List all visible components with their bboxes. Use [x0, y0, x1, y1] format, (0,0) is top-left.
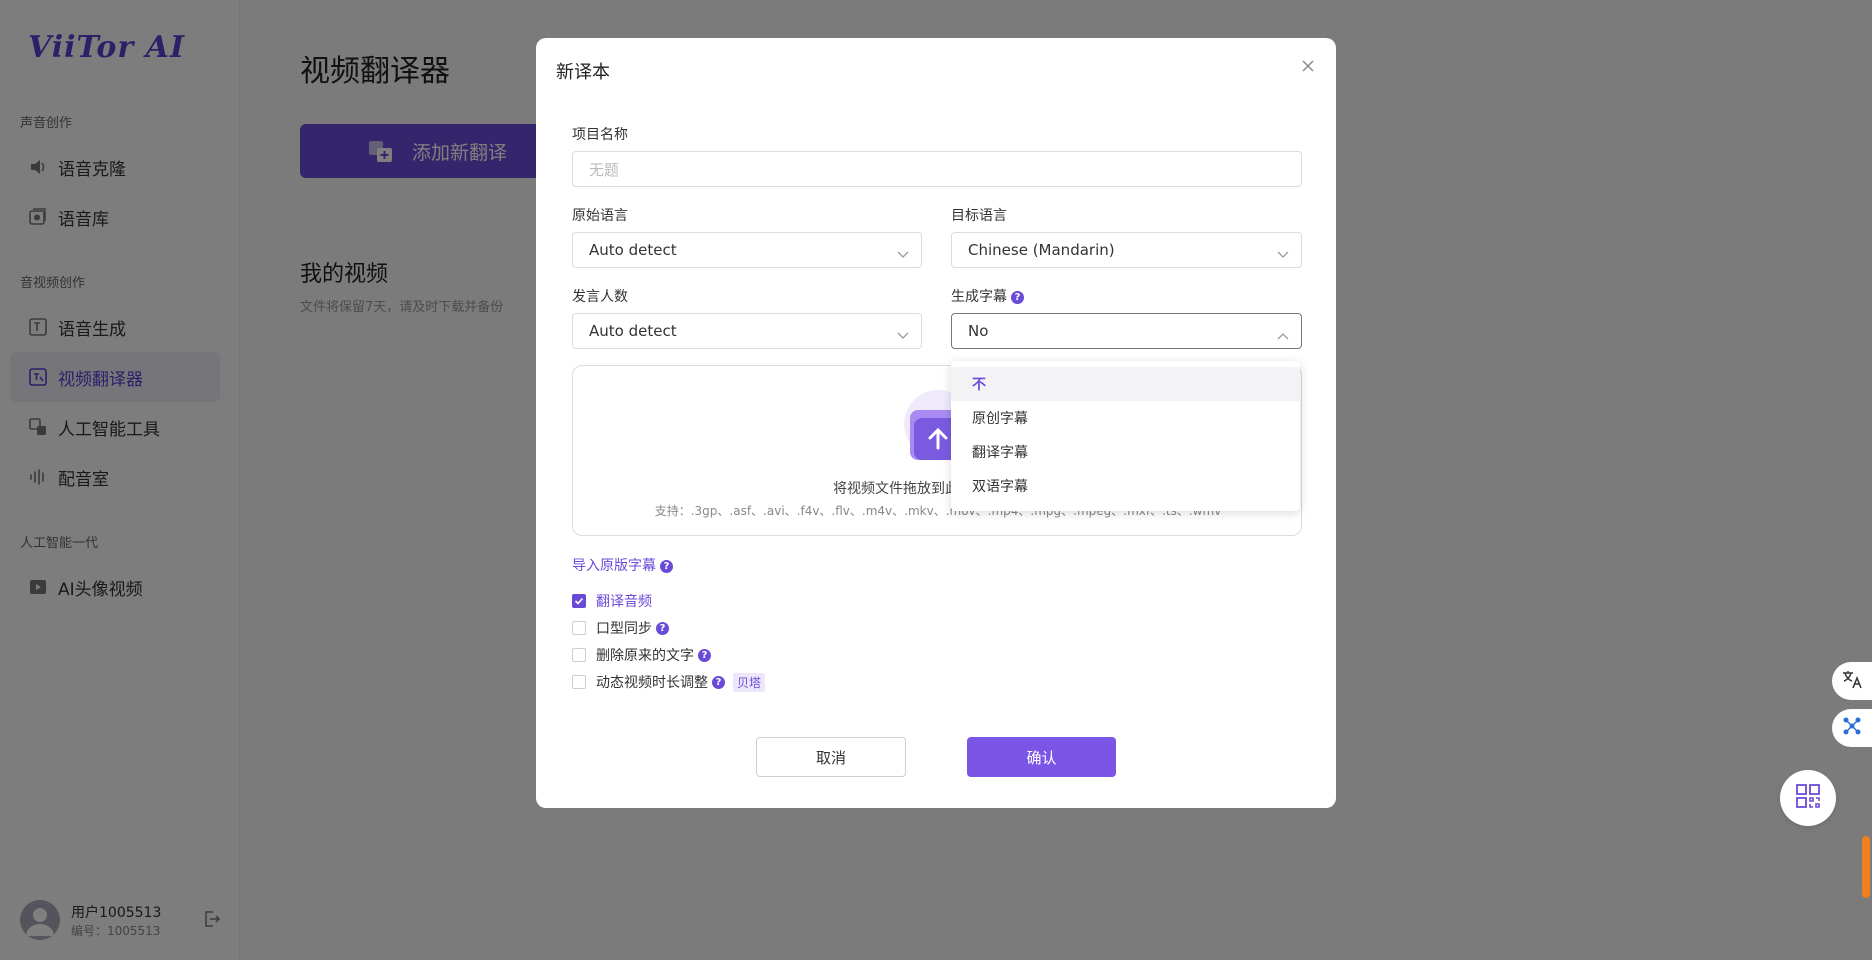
speakers-value: Auto detect	[589, 322, 677, 340]
project-name-label: 项目名称	[572, 127, 628, 143]
help-icon[interactable]: ?	[1011, 290, 1024, 304]
beta-badge: 贝塔	[733, 672, 766, 692]
chevron-down-icon	[1277, 245, 1289, 263]
help-icon[interactable]: ?	[656, 621, 669, 635]
network-float-button[interactable]	[1832, 709, 1872, 747]
checkbox-checked[interactable]	[572, 594, 586, 608]
scrollbar-thumb[interactable]	[1862, 836, 1870, 898]
qr-code-icon	[1795, 783, 1821, 813]
target-language-select[interactable]: Chinese (Mandarin)	[951, 232, 1302, 268]
dropdown-option-translated[interactable]: 翻译字幕	[951, 435, 1300, 469]
confirm-button[interactable]: 确认	[967, 737, 1116, 777]
dropdown-option-none[interactable]: 不	[951, 367, 1300, 401]
help-icon[interactable]: ?	[712, 675, 725, 689]
option-label: 口型同步	[596, 621, 652, 637]
subtitles-label-text: 生成字幕	[951, 289, 1007, 305]
qr-code-button[interactable]	[1780, 770, 1836, 826]
checkbox[interactable]	[572, 675, 586, 689]
option-label: 动态视频时长调整	[596, 675, 708, 691]
import-subtitles-text: 导入原版字幕	[572, 558, 656, 574]
target-language-value: Chinese (Mandarin)	[968, 241, 1115, 259]
help-icon[interactable]: ?	[660, 559, 673, 573]
source-language-select[interactable]: Auto detect	[572, 232, 922, 268]
option-translate-audio[interactable]: 翻译音频	[572, 591, 652, 611]
translate-icon	[1841, 668, 1863, 694]
chevron-up-icon	[1277, 326, 1289, 344]
close-icon[interactable]	[1298, 56, 1318, 76]
subtitles-dropdown: 不 原创字幕 翻译字幕 双语字幕	[951, 361, 1300, 511]
option-label: 删除原来的文字	[596, 648, 694, 664]
translate-float-button[interactable]	[1832, 662, 1872, 700]
target-language-label: 目标语言	[951, 208, 1007, 224]
checkbox[interactable]	[572, 648, 586, 662]
option-remove-text[interactable]: 删除原来的文字 ?	[572, 645, 711, 665]
help-icon[interactable]: ?	[698, 648, 711, 662]
modal-title: 新译本	[556, 62, 610, 83]
source-language-label: 原始语言	[572, 208, 628, 224]
network-icon	[1841, 715, 1863, 741]
option-dynamic-duration[interactable]: 动态视频时长调整 ? 贝塔	[572, 672, 766, 692]
project-name-input[interactable]: 无题	[572, 151, 1302, 187]
option-label: 翻译音频	[596, 594, 652, 610]
speakers-label: 发言人数	[572, 289, 628, 305]
source-language-value: Auto detect	[589, 241, 677, 259]
subtitles-value: No	[968, 322, 989, 340]
dropdown-option-bilingual[interactable]: 双语字幕	[951, 469, 1300, 503]
chevron-down-icon	[897, 326, 909, 344]
option-lip-sync[interactable]: 口型同步 ?	[572, 618, 669, 638]
chevron-down-icon	[897, 245, 909, 263]
subtitles-label: 生成字幕?	[951, 286, 1024, 306]
dropdown-option-original[interactable]: 原创字幕	[951, 401, 1300, 435]
speakers-select[interactable]: Auto detect	[572, 313, 922, 349]
import-subtitles-link[interactable]: 导入原版字幕?	[572, 555, 673, 575]
cancel-button[interactable]: 取消	[756, 737, 906, 777]
subtitles-select[interactable]: No	[951, 313, 1302, 349]
checkbox[interactable]	[572, 621, 586, 635]
